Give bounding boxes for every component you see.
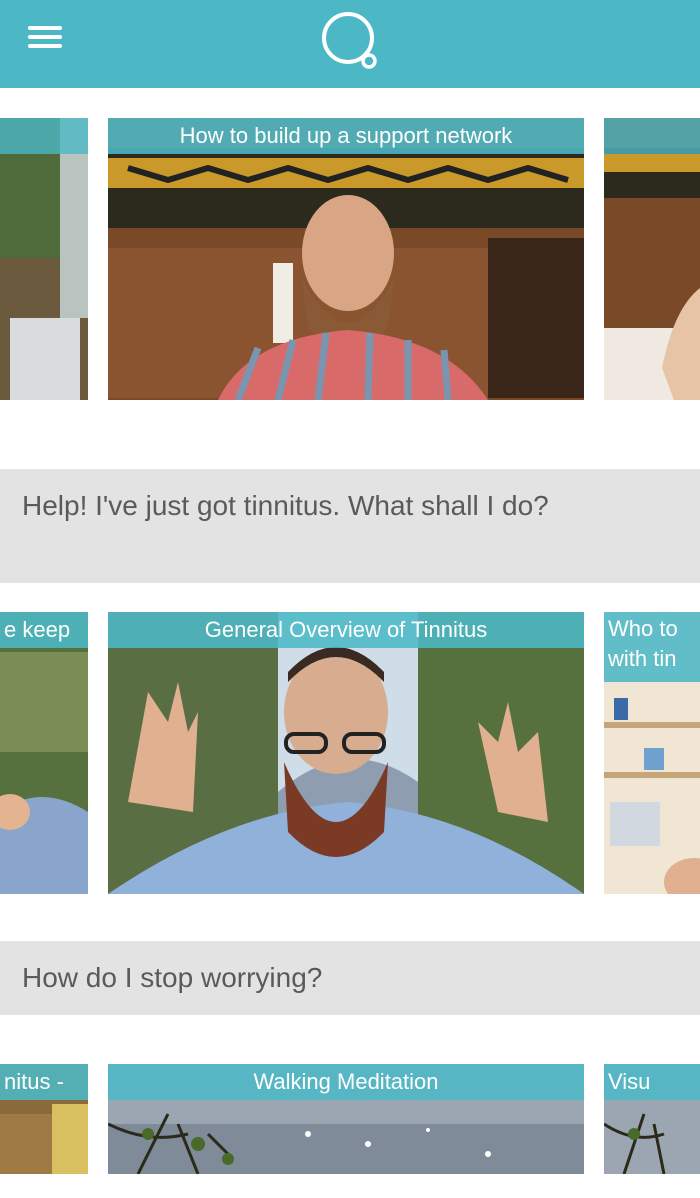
video-thumbnail: [0, 612, 88, 894]
video-title: How to build up a support network: [108, 118, 584, 154]
speech-bubble-logo-icon[interactable]: [316, 6, 384, 74]
video-row-2: e keep General Overview of Tinnitus Who …: [0, 612, 700, 902]
video-thumbnail: [108, 612, 584, 894]
video-title: Walking Meditation: [108, 1064, 584, 1100]
video-card-walking-meditation[interactable]: Walking Meditation: [108, 1064, 584, 1174]
video-card-general-overview[interactable]: General Overview of Tinnitus: [108, 612, 584, 894]
video-card-partial-right[interactable]: [604, 118, 700, 400]
category-header[interactable]: Help! I've just got tinnitus. What shall…: [0, 469, 700, 583]
video-thumbnail: [0, 118, 88, 400]
video-title: General Overview of Tinnitus: [108, 612, 584, 648]
video-thumbnail: [604, 118, 700, 400]
category-header[interactable]: How do I stop worrying?: [0, 941, 700, 1015]
video-title: nitus -: [0, 1064, 88, 1100]
video-card-support-network[interactable]: How to build up a support network: [108, 118, 584, 400]
app-header: [0, 0, 700, 88]
video-card-partial-left[interactable]: [0, 118, 88, 400]
video-thumbnail: [108, 118, 584, 400]
hamburger-menu-icon[interactable]: [28, 26, 62, 50]
video-card-partial-right[interactable]: Who to with tin: [604, 612, 700, 894]
video-card-partial-left[interactable]: nitus -: [0, 1064, 88, 1174]
video-row-3: nitus - Walking Meditation Visu: [0, 1064, 700, 1174]
video-card-partial-left[interactable]: e keep: [0, 612, 88, 894]
video-title: Visu: [604, 1064, 700, 1100]
video-title: e keep: [0, 612, 88, 648]
video-title: Who to with tin: [604, 612, 700, 682]
video-card-partial-right[interactable]: Visu: [604, 1064, 700, 1174]
category-title: Help! I've just got tinnitus. What shall…: [22, 490, 549, 521]
video-row-1: How to build up a support network: [0, 118, 700, 408]
category-title: How do I stop worrying?: [22, 962, 323, 993]
